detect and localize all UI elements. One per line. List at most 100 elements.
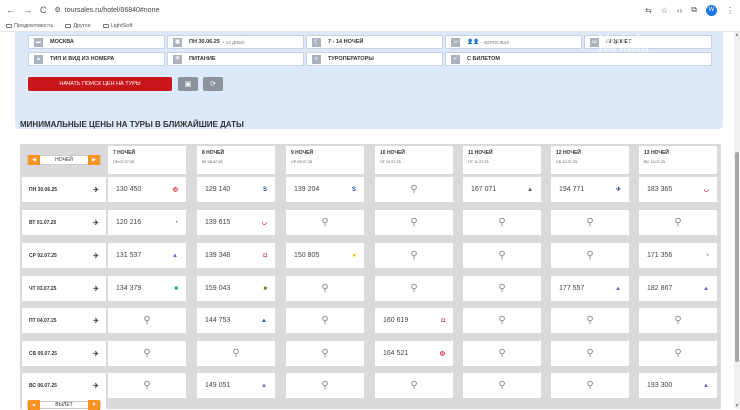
operator-logo-icon: ▲ bbox=[615, 285, 621, 292]
search-price-cell[interactable]: ⚲ bbox=[286, 210, 364, 235]
price-value: 139 204 bbox=[294, 186, 320, 193]
column-nights: 7 НОЧЕЙ bbox=[113, 150, 136, 156]
price-cell[interactable]: 194 771 ✈ bbox=[551, 177, 629, 202]
search-price-cell[interactable]: ⚲ bbox=[551, 308, 629, 333]
forward-icon[interactable]: → bbox=[23, 5, 32, 15]
menu-icon[interactable]: ⋮ bbox=[726, 6, 734, 15]
price-cell[interactable]: 183 365 ◡ bbox=[639, 177, 717, 202]
column-nights: 10 НОЧЕЙ bbox=[380, 150, 405, 156]
price-cell[interactable]: 149 051 ▲ bbox=[197, 373, 275, 398]
bookmark-folder-1[interactable]: Другое bbox=[65, 23, 91, 29]
price-cell[interactable]: 144 753 ▲ bbox=[197, 308, 275, 333]
row-date-label: ПТ 04.07.25 ✈ bbox=[22, 308, 106, 333]
row-date: СР 02.07.25 bbox=[29, 252, 57, 259]
search-price-cell[interactable]: ⚲ bbox=[286, 341, 364, 366]
nights-field[interactable]: ☾ 7 - 14 НОЧЕЙ bbox=[306, 35, 443, 49]
row-date-label: ПН 30.06.25 ✈ bbox=[22, 177, 106, 202]
translate-icon[interactable]: ⇆ bbox=[645, 6, 652, 15]
operator-logo-icon: ◎ bbox=[439, 351, 445, 357]
search-price-cell[interactable]: ⚲ bbox=[375, 276, 453, 301]
search-price-cell[interactable]: ⚲ bbox=[197, 341, 275, 366]
back-icon[interactable]: ← bbox=[6, 5, 15, 15]
search-price-cell[interactable]: ⚲ bbox=[375, 243, 453, 268]
search-price-cell[interactable]: ⚲ bbox=[108, 373, 186, 398]
search-price-cell[interactable]: ⚲ bbox=[551, 210, 629, 235]
page-scrollbar[interactable]: ▲ ▼ bbox=[734, 32, 740, 409]
search-price-cell[interactable]: ⚲ bbox=[639, 341, 717, 366]
price-cell[interactable]: 164 521 ◎ bbox=[375, 341, 453, 366]
column-nights: 9 НОЧЕЙ bbox=[291, 150, 314, 156]
extension-icon[interactable]: ⧉ bbox=[691, 5, 697, 15]
search-price-cell[interactable]: ⚲ bbox=[286, 276, 364, 301]
row-date: ЧТ 03.07.25 bbox=[29, 285, 57, 292]
price-cell[interactable]: 193 300 ▲ bbox=[639, 373, 717, 398]
price-cell[interactable]: 120 216 ◔ bbox=[108, 210, 186, 235]
search-price-cell[interactable]: ⚲ bbox=[551, 243, 629, 268]
price-matrix: ◀ НОЧЕЙ ▶ 7 НОЧЕЙ ПН 07.07.25 8 НОЧЕЙ ВТ 08… bbox=[20, 144, 721, 410]
search-icon: ⚲ bbox=[586, 250, 594, 261]
search-price-cell[interactable]: ⚲ bbox=[108, 341, 186, 366]
next-nights-button[interactable]: ▶ bbox=[88, 155, 100, 165]
search-price-cell[interactable]: ⚲ bbox=[286, 373, 364, 398]
price-cell[interactable]: 160 619 ◘ bbox=[375, 308, 453, 333]
price-cell[interactable]: 182 867 ▲ bbox=[639, 276, 717, 301]
room-type-field[interactable]: ▲ ТИП И ВИД ИЗ НОМЕРА bbox=[28, 52, 165, 66]
price-value: 160 619 bbox=[383, 317, 409, 324]
operators-field[interactable]: ≡ ТУРОПЕРАТОРЫ bbox=[306, 52, 443, 66]
search-price-cell[interactable]: ⚲ bbox=[108, 308, 186, 333]
price-cell[interactable]: 139 204 S bbox=[286, 177, 364, 202]
operator-logo-icon: ▲ bbox=[703, 382, 709, 389]
search-price-cell[interactable]: ⚲ bbox=[463, 308, 541, 333]
search-price-cell[interactable]: ⚲ bbox=[375, 210, 453, 235]
search-icon: ⚲ bbox=[674, 217, 682, 228]
search-price-cell[interactable]: ⚲ bbox=[463, 243, 541, 268]
search-price-cell[interactable]: ⚲ bbox=[463, 373, 541, 398]
column-nights: 12 НОЧЕЙ bbox=[556, 150, 581, 156]
site-info-icon[interactable]: ⚙ bbox=[55, 6, 61, 14]
price-cell[interactable]: 159 043 ■ bbox=[197, 276, 275, 301]
start-search-button[interactable]: НАЧАТЬ ПОИСК ЦЕН НА ТУРЫ bbox=[28, 77, 172, 91]
price-cell[interactable]: 167 071 ▲ bbox=[463, 177, 541, 202]
search-price-cell[interactable]: ⚲ bbox=[375, 373, 453, 398]
row-date: ВС 06.07.25 bbox=[29, 382, 57, 389]
address-bar[interactable]: ⚙ toursales.ru/hotel/86840#none bbox=[55, 6, 160, 15]
price-cell[interactable]: 134 379 ■ bbox=[108, 276, 186, 301]
search-price-cell[interactable]: ⚲ bbox=[639, 210, 717, 235]
search-price-cell[interactable]: ⚲ bbox=[639, 308, 717, 333]
column-date: СР 09.07.25 bbox=[291, 160, 313, 164]
scrollbar-thumb[interactable] bbox=[735, 152, 739, 362]
price-cell[interactable]: 150 805 ● bbox=[286, 243, 364, 268]
operator-logo-icon: ◡ bbox=[261, 220, 267, 226]
avatar[interactable]: W bbox=[706, 4, 717, 16]
bookmark-folder-2[interactable]: LightSoft bbox=[102, 23, 133, 29]
search-price-cell[interactable]: ⚲ bbox=[551, 373, 629, 398]
bookmark-folder-0[interactable]: Продюктовость bbox=[6, 23, 53, 29]
bookmark-star-icon[interactable]: ☆ bbox=[661, 6, 668, 15]
search-price-cell[interactable]: ⚲ bbox=[286, 308, 364, 333]
refresh-icon[interactable]: ⟳ bbox=[203, 77, 223, 91]
meal-field[interactable]: Ψ ПИТАНИЕ bbox=[167, 52, 304, 66]
search-price-cell[interactable]: ⚲ bbox=[551, 341, 629, 366]
price-value: 177 557 bbox=[559, 285, 585, 292]
operator-logo-icon: ◔ bbox=[705, 252, 709, 259]
departure-city-field[interactable]: ▬ МОСКВА bbox=[28, 35, 165, 49]
price-cell[interactable]: 129 140 S bbox=[197, 177, 275, 202]
tourists-field[interactable]: ☺ 👤👤 - ВЗРОСЛЫХ bbox=[445, 35, 582, 49]
price-cell[interactable]: 171 356 ◔ bbox=[639, 243, 717, 268]
price-value: 193 300 bbox=[647, 382, 673, 389]
price-cell[interactable]: 177 557 ▲ bbox=[551, 276, 629, 301]
search-price-cell[interactable]: ⚲ bbox=[463, 341, 541, 366]
reload-icon[interactable]: C bbox=[40, 5, 47, 15]
search-price-cell[interactable]: ⚲ bbox=[463, 276, 541, 301]
price-cell[interactable]: 139 348 ◘ bbox=[197, 243, 275, 268]
code-icon[interactable]: ‹› bbox=[677, 6, 682, 15]
search-price-cell[interactable]: ⚲ bbox=[375, 177, 453, 202]
price-cell[interactable]: 130 450 ◎ bbox=[108, 177, 186, 202]
price-cell[interactable]: 139 615 ◡ bbox=[197, 210, 275, 235]
save-icon[interactable]: ▣ bbox=[178, 77, 198, 91]
search-price-cell[interactable]: ⚲ bbox=[463, 210, 541, 235]
operator-logo-icon: ▲ bbox=[527, 186, 533, 193]
prev-nights-button[interactable]: ◀ bbox=[28, 155, 40, 165]
date-field[interactable]: ▦ ПН 30.06.25 + 14 ДНЕЙ bbox=[167, 35, 304, 49]
price-cell[interactable]: 131 537 ▲ bbox=[108, 243, 186, 268]
